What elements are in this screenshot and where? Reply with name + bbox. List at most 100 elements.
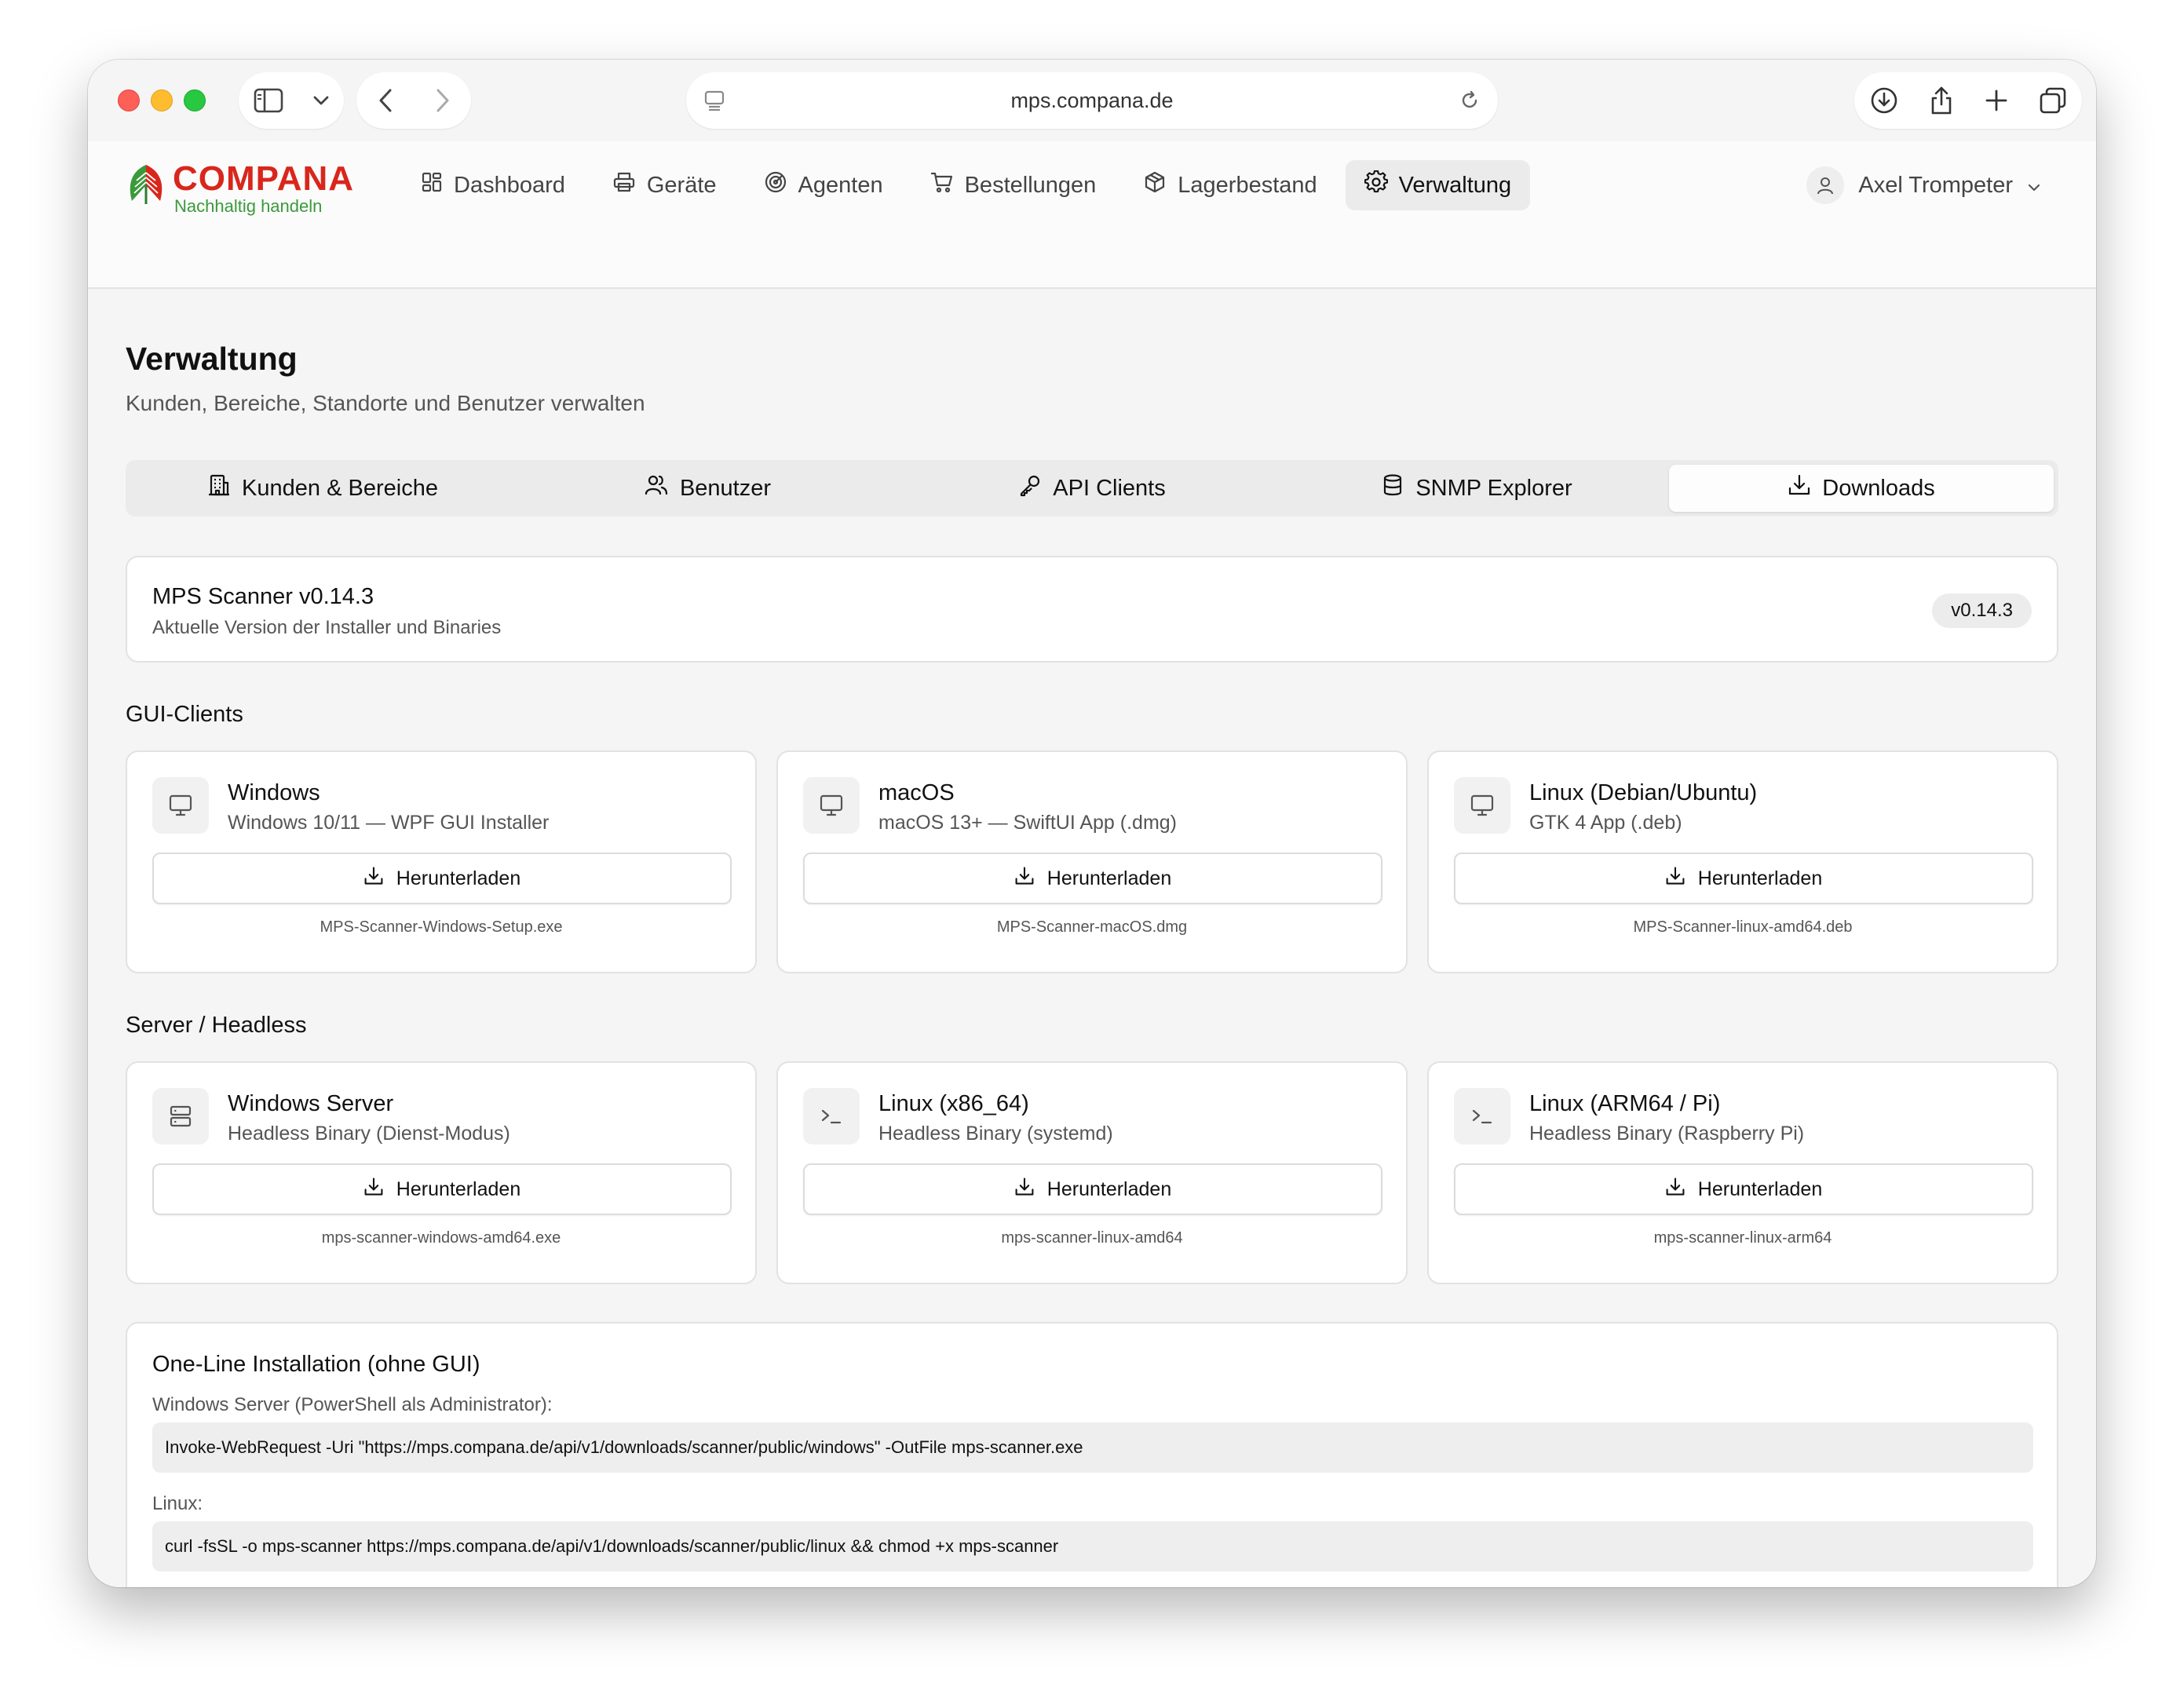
version-badge: v0.14.3 xyxy=(1932,593,2032,628)
download-card-macos: macOS macOS 13+ — SwiftUI App (.dmg) Her… xyxy=(776,750,1408,973)
monitor-icon xyxy=(1454,777,1510,834)
database-icon xyxy=(1381,473,1404,503)
linux-command-code[interactable]: curl -fsSL -o mps-scanner https://mps.co… xyxy=(152,1521,2033,1572)
sidebar-toggle-group xyxy=(239,72,344,129)
download-filename: MPS-Scanner-macOS.dmg xyxy=(996,918,1188,936)
version-description: Aktuelle Version der Installer und Binar… xyxy=(152,617,502,638)
download-icon xyxy=(1665,1177,1685,1203)
linux-command-label: Linux: xyxy=(152,1493,203,1514)
download-button[interactable]: Herunterladen xyxy=(803,852,1382,904)
package-icon xyxy=(1143,170,1167,200)
brand-tagline: Nachhaltig handeln xyxy=(174,196,323,216)
nav-item-label: Dashboard xyxy=(454,172,565,198)
oneline-title: One-Line Installation (ohne GUI) xyxy=(152,1352,480,1377)
sidebar-icon[interactable] xyxy=(254,88,283,113)
download-title: Linux (ARM64 / Pi) xyxy=(1529,1091,1721,1116)
download-filename: mps-scanner-windows-amd64.exe xyxy=(321,1229,561,1247)
download-button-label: Herunterladen xyxy=(1046,1177,1172,1200)
main-navigation: Dashboard Geräte Agenten Bestellungen La… xyxy=(402,160,1531,210)
download-button[interactable]: Herunterladen xyxy=(152,1163,732,1215)
chevron-down-icon[interactable] xyxy=(312,95,330,106)
download-description: macOS 13+ — SwiftUI App (.dmg) xyxy=(878,812,1177,834)
download-button-label: Herunterladen xyxy=(396,1177,521,1200)
tab-label: Benutzer xyxy=(679,475,772,501)
windows-command-code[interactable]: Invoke-WebRequest -Uri "https://mps.comp… xyxy=(152,1422,2033,1473)
share-icon[interactable] xyxy=(1929,86,1954,115)
user-menu[interactable]: Axel Trompeter xyxy=(1806,160,2041,210)
tab-kunden-bereiche[interactable]: Kunden & Bereiche xyxy=(130,465,515,512)
url-text: mps.compana.de xyxy=(1010,89,1174,112)
back-icon[interactable] xyxy=(378,88,393,113)
windows-command-label: Windows Server (PowerShell als Administr… xyxy=(152,1394,553,1415)
forward-icon[interactable] xyxy=(435,88,451,113)
tab-api-clients[interactable]: API Clients xyxy=(900,465,1284,512)
user-name: Axel Trompeter xyxy=(1858,172,2013,198)
gear-icon xyxy=(1364,170,1388,200)
download-icon xyxy=(1788,473,1811,503)
cart-icon xyxy=(930,170,954,200)
download-filename: mps-scanner-linux-amd64 xyxy=(1001,1229,1183,1247)
history-nav-group xyxy=(356,72,471,129)
nav-item-label: Verwaltung xyxy=(1398,172,1512,198)
tab-label: Downloads xyxy=(1822,475,1935,501)
nav-item-label: Agenten xyxy=(798,172,883,198)
tab-label: SNMP Explorer xyxy=(1415,475,1572,501)
download-button[interactable]: Herunterladen xyxy=(1454,1163,2033,1215)
terminal-icon xyxy=(803,1088,860,1145)
server-icon xyxy=(152,1088,209,1145)
users-icon xyxy=(644,473,669,503)
download-button-label: Herunterladen xyxy=(1697,867,1823,889)
download-title: Windows xyxy=(228,780,320,805)
download-icon xyxy=(1014,866,1035,892)
new-tab-icon[interactable] xyxy=(1985,89,2008,112)
downloads-icon[interactable] xyxy=(1870,86,1898,115)
key-icon xyxy=(1018,473,1042,503)
address-bar[interactable]: mps.compana.de xyxy=(686,72,1498,129)
section-heading-gui-clients: GUI-Clients xyxy=(126,702,243,727)
download-button[interactable]: Herunterladen xyxy=(152,852,732,904)
nav-item-verwaltung[interactable]: Verwaltung xyxy=(1345,160,1531,210)
download-button[interactable]: Herunterladen xyxy=(803,1163,1382,1215)
dashboard-icon xyxy=(421,171,443,199)
nav-item-dashboard[interactable]: Dashboard xyxy=(402,160,584,210)
tab-snmp-explorer[interactable]: SNMP Explorer xyxy=(1284,465,1669,512)
download-icon xyxy=(1014,1177,1035,1203)
download-button[interactable]: Herunterladen xyxy=(1454,852,2033,904)
printer-icon xyxy=(612,171,636,199)
minimize-window-button[interactable] xyxy=(151,89,173,111)
download-title: Linux (Debian/Ubuntu) xyxy=(1529,780,1758,805)
monitor-icon xyxy=(803,777,860,834)
nav-item-label: Bestellungen xyxy=(964,172,1097,198)
section-heading-server: Server / Headless xyxy=(126,1013,307,1038)
tab-overview-icon[interactable] xyxy=(2039,86,2067,115)
browser-toolbar: mps.compana.de xyxy=(88,60,2096,141)
nav-item-lagerbestand[interactable]: Lagerbestand xyxy=(1124,160,1335,210)
close-window-button[interactable] xyxy=(118,89,140,111)
nav-item-geraete[interactable]: Geräte xyxy=(593,160,736,210)
download-description: Windows 10/11 — WPF GUI Installer xyxy=(228,812,550,834)
compana-logo[interactable]: COMPANA Nachhaltig handeln xyxy=(124,160,360,223)
avatar xyxy=(1806,166,1845,204)
tab-label: API Clients xyxy=(1053,475,1166,501)
download-description: Headless Binary (Raspberry Pi) xyxy=(1529,1123,1805,1145)
tab-benutzer[interactable]: Benutzer xyxy=(515,465,900,512)
version-card: MPS Scanner v0.14.3 Aktuelle Version der… xyxy=(126,556,2058,663)
download-filename: MPS-Scanner-linux-amd64.deb xyxy=(1633,918,1853,936)
tab-downloads[interactable]: Downloads xyxy=(1669,465,2054,512)
nav-item-bestellungen[interactable]: Bestellungen xyxy=(911,160,1116,210)
zoom-window-button[interactable] xyxy=(184,89,206,111)
download-title: Linux (x86_64) xyxy=(878,1091,1029,1116)
download-title: macOS xyxy=(878,780,955,805)
download-card-linux-x86: Linux (x86_64) Headless Binary (systemd)… xyxy=(776,1061,1408,1284)
browser-actions xyxy=(1854,72,2082,129)
page-title: Verwaltung xyxy=(126,341,298,377)
tab-label: Kunden & Bereiche xyxy=(242,475,438,501)
download-description: GTK 4 App (.deb) xyxy=(1529,812,1682,834)
monitor-icon xyxy=(152,777,209,834)
download-title: Windows Server xyxy=(228,1091,394,1116)
download-card-linux-arm64: Linux (ARM64 / Pi) Headless Binary (Rasp… xyxy=(1427,1061,2058,1284)
download-icon xyxy=(363,1177,384,1203)
reload-icon[interactable] xyxy=(1459,89,1481,115)
radar-icon xyxy=(764,170,787,200)
nav-item-agenten[interactable]: Agenten xyxy=(745,160,902,210)
